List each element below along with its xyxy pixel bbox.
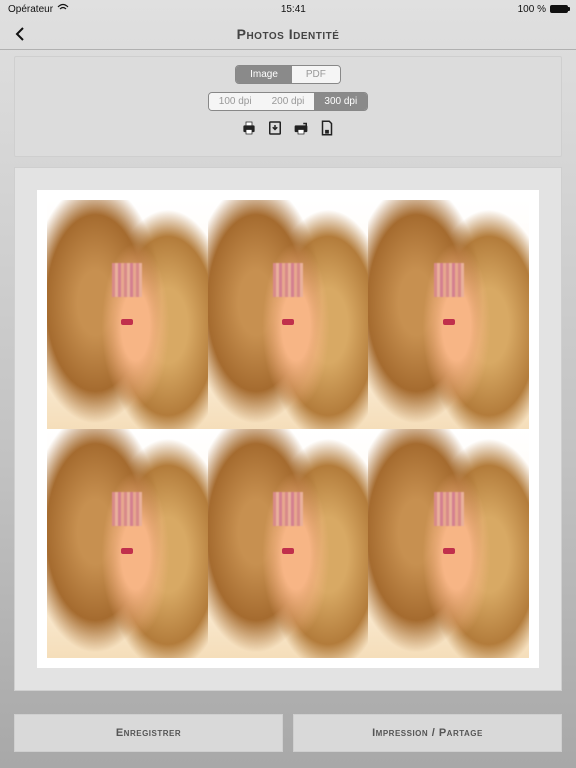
- dpi-200[interactable]: 200 dpi: [262, 93, 315, 110]
- print-share-icon[interactable]: [292, 119, 310, 142]
- battery-icon: [550, 5, 568, 13]
- download-icon[interactable]: [266, 119, 284, 142]
- preview-panel: [14, 167, 562, 691]
- dpi-300[interactable]: 300 dpi: [314, 93, 367, 110]
- clock: 15:41: [281, 4, 306, 15]
- controls-panel: Image PDF 100 dpi 200 dpi 300 dpi: [14, 56, 562, 157]
- format-segment: Image PDF: [235, 65, 341, 84]
- status-bar: Opérateur 15:41 100 %: [0, 0, 576, 18]
- format-pdf[interactable]: PDF: [292, 66, 340, 83]
- bottom-buttons: Enregistrer Impression / Partage: [14, 714, 562, 752]
- nav-bar: Photos Identité: [0, 18, 576, 50]
- carrier-label: Opérateur: [8, 4, 53, 15]
- format-image[interactable]: Image: [236, 66, 292, 83]
- toolbar-icons: [240, 119, 336, 142]
- photo-sheet: [37, 190, 539, 668]
- photo-cell: [47, 200, 208, 429]
- dpi-100[interactable]: 100 dpi: [209, 93, 262, 110]
- photo-cell: [208, 200, 369, 429]
- print-share-button[interactable]: Impression / Partage: [293, 714, 562, 752]
- page-title: Photos Identité: [237, 26, 340, 42]
- photo-cell: [368, 200, 529, 429]
- back-button[interactable]: [8, 22, 32, 46]
- printer-icon[interactable]: [240, 119, 258, 142]
- battery-percent: 100 %: [518, 4, 546, 15]
- photo-cell: [208, 429, 369, 658]
- save-button[interactable]: Enregistrer: [14, 714, 283, 752]
- photo-cell: [47, 429, 208, 658]
- wifi-icon: [57, 3, 69, 16]
- dpi-segment: 100 dpi 200 dpi 300 dpi: [208, 92, 368, 111]
- save-file-icon[interactable]: [318, 119, 336, 142]
- photo-cell: [368, 429, 529, 658]
